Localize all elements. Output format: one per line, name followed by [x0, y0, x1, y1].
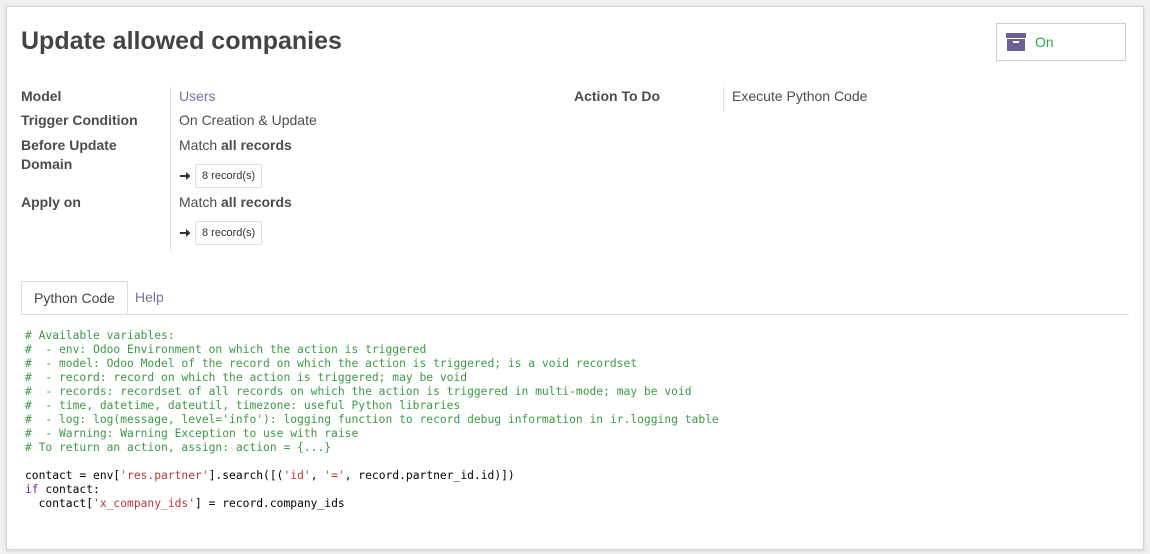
code-string: 'x_company_ids' [93, 497, 196, 510]
before-domain-label-line1: Before Update [21, 137, 117, 153]
trigger-label: Trigger Condition [21, 112, 138, 128]
before-domain-records-button[interactable]: 8 record(s) [195, 164, 263, 188]
code-string: '=' [324, 469, 345, 482]
before-domain-prefix: Match [179, 137, 218, 153]
python-code-editor[interactable]: # Available variables: # - env: Odoo Env… [25, 329, 719, 511]
tab-help[interactable]: Help [123, 281, 176, 314]
code-comment: # - time, datetime, dateutil, timezone: … [25, 399, 461, 412]
apply-on-label: Apply on [21, 194, 81, 210]
code-comment: # - Warning: Warning Exception to use wi… [25, 427, 359, 440]
active-state-label: On [1035, 34, 1054, 50]
code-comment: # Available variables: [25, 329, 175, 342]
code-comment: # To return an action, assign: action = … [25, 441, 332, 454]
action-label: Action To Do [574, 88, 661, 104]
code-token: contact: [38, 483, 100, 496]
notebook-tabs: Python Code Help [21, 281, 1129, 315]
arrow-right-icon [179, 170, 191, 182]
apply-on-records-button[interactable]: 8 record(s) [195, 221, 263, 245]
code-comment: # - model: Odoo Model of the record on w… [25, 357, 638, 370]
before-domain-value: Match all records [179, 136, 292, 155]
code-string: 'res.partner' [120, 469, 209, 482]
code-comment: # - records: recordset of all records on… [25, 385, 692, 398]
trigger-value[interactable]: On Creation & Update [179, 111, 317, 130]
apply-on-prefix: Match [179, 194, 218, 210]
code-token: contact = env[ [25, 469, 121, 482]
code-keyword: if [25, 483, 39, 496]
code-token: , record.partner_id.id)]) [344, 469, 515, 482]
tab-python-code[interactable]: Python Code [21, 281, 128, 314]
active-toggle-button[interactable]: On [996, 23, 1126, 61]
archive-box-icon [1005, 31, 1027, 53]
form-sheet: Update allowed companies On Model Users … [6, 6, 1144, 550]
before-domain-records-row: 8 record(s) [179, 164, 263, 188]
model-link[interactable]: Users [179, 87, 216, 106]
code-comment: # - log: log(message, level='info'): log… [25, 413, 719, 426]
apply-on-records-row: 8 record(s) [179, 221, 263, 245]
field-separator-right [723, 87, 724, 111]
before-domain-label-line2: Domain [21, 156, 73, 172]
code-string: 'id' [283, 469, 311, 482]
before-domain-label: Before Update Domain [21, 136, 117, 174]
before-domain-emph: all records [221, 137, 292, 153]
code-comment: # - record: record on which the action i… [25, 371, 468, 384]
apply-on-value: Match all records [179, 193, 292, 212]
code-token: contact[ [25, 497, 94, 510]
code-comment: # - env: Odoo Environment on which the a… [25, 343, 427, 356]
apply-on-emph: all records [221, 194, 292, 210]
arrow-right-icon [179, 227, 191, 239]
code-token: , [310, 469, 325, 482]
code-token: ] = record.company_ids [195, 497, 345, 510]
field-separator-left [170, 87, 171, 251]
model-label: Model [21, 88, 62, 104]
page-title: Update allowed companies [21, 27, 342, 55]
action-value[interactable]: Execute Python Code [732, 87, 867, 106]
code-token: ].search([( [208, 469, 284, 482]
